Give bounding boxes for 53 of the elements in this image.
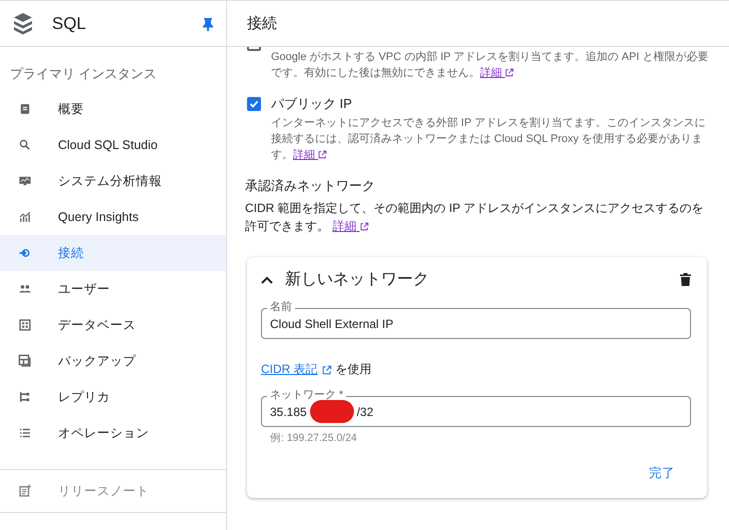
done-button[interactable]: 完了 [633, 459, 691, 488]
name-field[interactable]: 名前 Cloud Shell External IP [261, 300, 691, 339]
option-label: パブリック IP [271, 95, 353, 113]
nav-item[interactable]: リリースノート [0, 470, 226, 512]
option-description: Google がホストする VPC の内部 IP アドレスを割り当てます。追加の API と権限が必要です。有効にした後は無効にできません。詳細 [271, 50, 709, 81]
field-value: /32 [356, 404, 374, 418]
external-link-icon [505, 68, 514, 77]
pin-icon[interactable] [202, 16, 214, 30]
external-link-icon [360, 222, 369, 231]
nav-icon [18, 426, 32, 440]
nav-item[interactable]: 概要 [0, 91, 226, 127]
nav-icon [18, 102, 32, 116]
card-title: 新しいネットワーク [285, 270, 430, 290]
nav-item[interactable]: ユーザー [0, 271, 226, 307]
product-title: SQL [52, 14, 88, 34]
cidr-link[interactable]: CIDR 表記 [261, 361, 332, 378]
nav-item[interactable]: バックアップ [0, 343, 226, 379]
field-label: ネットワーク * [267, 388, 346, 402]
nav-icon [18, 390, 32, 404]
field-label: 名前 [267, 300, 295, 314]
nav-icon [18, 210, 32, 224]
section-title: 承認済みネットワーク [245, 177, 376, 195]
nav-item[interactable]: オペレーション [0, 415, 226, 451]
section-description: CIDR 範囲を指定して、その範囲内の IP アドレスがインスタンスにアクセスするのを許可できます。 詳細 [245, 200, 704, 235]
nav-item[interactable]: Cloud SQL Studio [0, 127, 226, 163]
nav-icon [18, 174, 32, 188]
checkbox[interactable] [247, 97, 261, 111]
nav-item[interactable]: 接続 [0, 235, 226, 271]
option-description: インターネットにアクセスできる外部 IP アドレスを割り当てます。このインスタンスに接続するには、認可済みネットワークまたは Cloud SQL Proxy を使用する必要があります。詳細 [271, 116, 706, 163]
page-title: 接続 [227, 1, 729, 47]
network-field[interactable]: ネットワーク * 35.185 /32 [261, 388, 691, 427]
nav-icon [18, 354, 32, 368]
nav-item[interactable]: データベース [0, 307, 226, 343]
nav-icon [18, 138, 32, 152]
external-link-icon [322, 364, 332, 374]
details-link[interactable]: 詳細 [332, 219, 369, 233]
nav-icon [18, 246, 32, 260]
trash-icon[interactable] [680, 273, 691, 286]
field-value: 35.185 [270, 404, 307, 418]
cidr-suffix: を使用 [336, 361, 372, 378]
section-heading: プライマリ インスタンス [9, 65, 158, 83]
external-link-icon [318, 150, 328, 159]
field-value: Cloud Shell External IP [270, 316, 394, 330]
details-link[interactable]: 詳細 [293, 149, 328, 161]
nav-icon [18, 318, 32, 332]
nav-item[interactable]: レプリカ [0, 379, 226, 415]
chevron-up-icon[interactable] [261, 276, 273, 284]
nav-item[interactable]: システム分析情報 [0, 163, 226, 199]
stacked-layers-logo [12, 12, 34, 36]
notes-icon [18, 484, 32, 498]
field-hint: 例: 199.27.25.0/24 [270, 431, 358, 445]
nav-item[interactable]: Query Insights [0, 199, 226, 235]
details-link[interactable]: 詳細 [480, 67, 514, 79]
